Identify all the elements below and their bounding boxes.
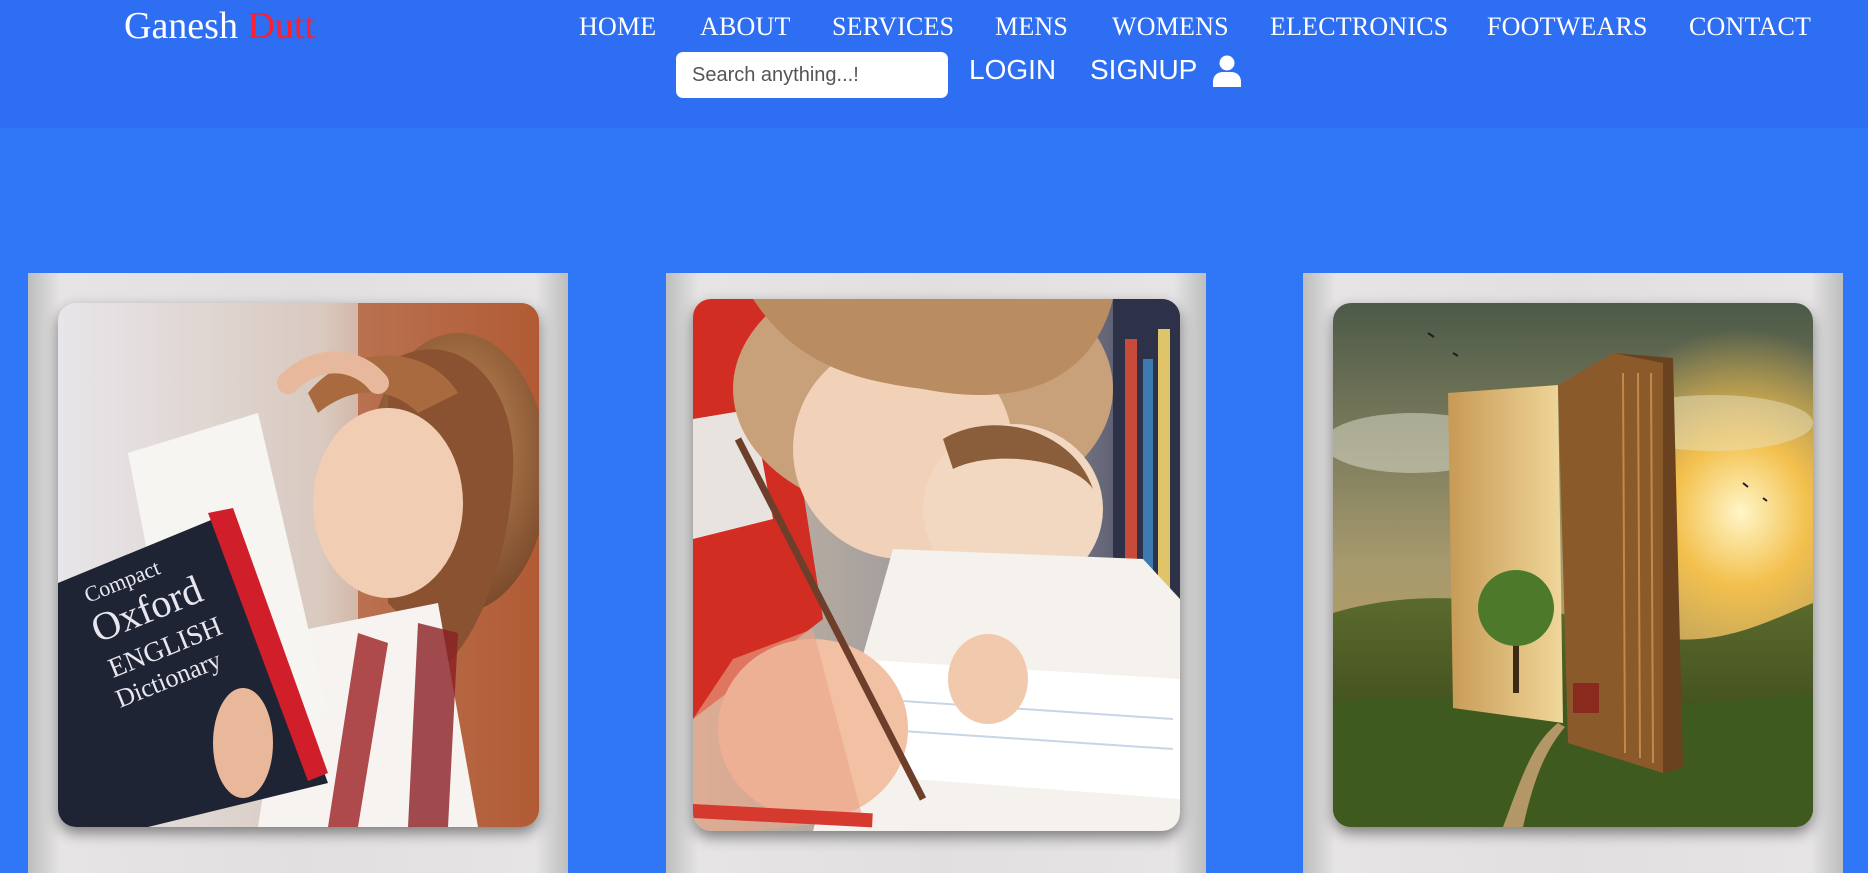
card-1: Compact Oxford ENGLISH Dictionary bbox=[28, 273, 568, 873]
login-link[interactable]: LOGIN bbox=[969, 54, 1056, 86]
nav-womens[interactable]: WOMENS bbox=[1112, 12, 1229, 42]
search-input[interactable] bbox=[690, 62, 934, 88]
signup-link[interactable]: SIGNUP bbox=[1090, 54, 1197, 86]
card-3 bbox=[1303, 273, 1843, 873]
children-writing-photo bbox=[693, 299, 1180, 831]
nav-mens[interactable]: MENS bbox=[995, 12, 1068, 42]
header: Ganesh Dutt HOME ABOUT SERVICES MENS WOM… bbox=[0, 0, 1868, 128]
search-box bbox=[676, 52, 948, 98]
user-icon[interactable] bbox=[1212, 55, 1242, 87]
girl-reading-dictionary-photo: Compact Oxford ENGLISH Dictionary bbox=[58, 303, 539, 827]
main-nav: HOME ABOUT SERVICES MENS WOMENS ELECTRON… bbox=[0, 12, 1868, 48]
giant-book-landscape-photo bbox=[1333, 303, 1813, 827]
nav-electronics[interactable]: ELECTRONICS bbox=[1270, 12, 1448, 42]
nav-home[interactable]: HOME bbox=[579, 12, 656, 42]
nav-contact[interactable]: CONTACT bbox=[1689, 12, 1811, 42]
nav-footwears[interactable]: FOOTWEARS bbox=[1487, 12, 1648, 42]
nav-services[interactable]: SERVICES bbox=[832, 12, 954, 42]
card-2 bbox=[666, 273, 1206, 873]
nav-about[interactable]: ABOUT bbox=[700, 12, 791, 42]
